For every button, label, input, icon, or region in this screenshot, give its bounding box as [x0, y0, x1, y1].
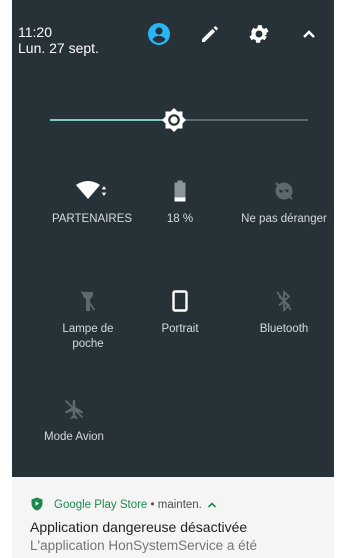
tile-portrait[interactable]: Portrait [130, 290, 230, 337]
brightness-fill [50, 119, 174, 121]
flashlight-icon [80, 290, 96, 311]
tile-label: Lampe de poche [62, 323, 114, 350]
portrait-icon [172, 290, 188, 312]
tile-do-not-disturb[interactable]: Ne pas déranger [234, 180, 334, 227]
tile-label: Mode Avion [44, 431, 104, 443]
battery-icon [174, 180, 186, 202]
notification-app-name: Google Play Store [54, 499, 148, 511]
edit-icon[interactable] [198, 22, 222, 46]
brightness-thumb-icon[interactable] [161, 107, 187, 133]
tile-bluetooth[interactable]: Bluetooth [234, 290, 334, 337]
notification-body: L'application HonSystemService a été [30, 538, 257, 553]
tile-flashlight[interactable]: Lampe de poche [38, 290, 138, 352]
tile-label: PARTENAIRES [51, 213, 133, 225]
clock: 11:20 [18, 24, 52, 40]
tile-label: Portrait [161, 323, 199, 335]
collapse-icon[interactable] [297, 22, 321, 46]
tile-battery[interactable]: 18 % [130, 180, 230, 227]
expand-icon[interactable] [207, 501, 217, 509]
notification-title: Application dangereuse désactivée [30, 519, 248, 535]
date: Lun. 27 sept. [18, 40, 99, 56]
notification-header: Google Play Store • mainten. [54, 499, 217, 511]
notification-separator: • [147, 499, 158, 511]
tile-label: 18 % [166, 213, 194, 225]
tile-airplane-mode[interactable]: Mode Avion [24, 398, 124, 445]
play-protect-icon [31, 497, 43, 511]
account-icon[interactable] [147, 22, 171, 46]
do-not-disturb-icon [275, 182, 293, 200]
airplane-icon [64, 399, 84, 419]
bluetooth-icon [276, 290, 292, 312]
settings-icon[interactable] [247, 22, 271, 46]
tile-wifi[interactable]: PARTENAIRES [42, 180, 142, 227]
wifi-icon [76, 181, 107, 199]
notification-status: mainten. [157, 499, 202, 511]
tile-label: Ne pas déranger [241, 213, 327, 225]
tile-label: Bluetooth [259, 323, 309, 335]
